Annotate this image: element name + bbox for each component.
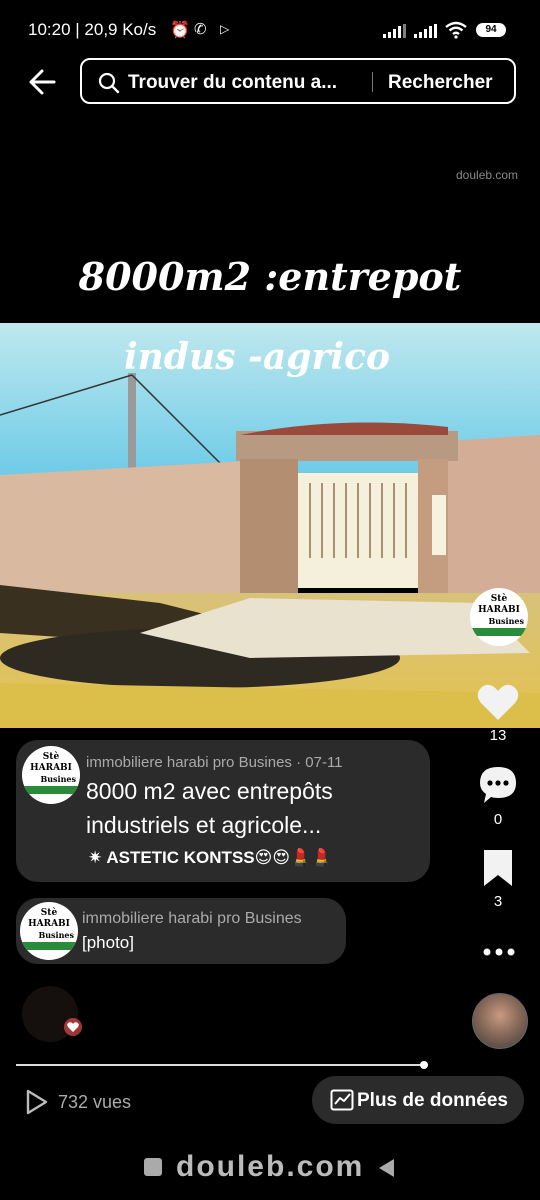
comment-author[interactable]: immobiliere harabi pro Busines [82, 910, 302, 928]
wifi-icon [445, 21, 467, 39]
back-arrow-icon[interactable] [24, 62, 64, 102]
more-data-label: Plus de données [357, 1090, 508, 1111]
post-photo[interactable] [0, 323, 540, 728]
search-divider [372, 72, 373, 92]
photo-illustration [0, 323, 540, 728]
phone-icon: ✆ [194, 21, 207, 38]
play-indicator-icon: ▷ [220, 22, 230, 36]
photo-overlay-text: indus -agrico [124, 336, 391, 378]
author-date[interactable]: immobiliere harabi pro Busines · 07-11 [86, 754, 343, 771]
comment-icon[interactable] [477, 764, 519, 806]
more-data-button[interactable]: Plus de données [312, 1076, 524, 1124]
comment-group[interactable]: 0 [470, 764, 526, 828]
user-avatar[interactable] [472, 993, 528, 1049]
progress-knob[interactable] [419, 1061, 428, 1069]
caption-tagline: ✷ ASTETIC KONTSS😍😍💄💄 [88, 848, 333, 867]
like-count: 13 [489, 727, 507, 744]
more-options-icon[interactable] [482, 946, 516, 958]
comment-text: [photo] [82, 933, 134, 952]
comment-author-avatar[interactable]: Stè HARABI Busines [20, 902, 78, 960]
watermark: douleb.com [456, 168, 519, 182]
heart-icon[interactable] [476, 682, 520, 722]
signal-icon-2 [414, 24, 437, 38]
status-time: 10:20 | 20,9 Ko/s [28, 20, 157, 39]
comment-card[interactable]: Stè HARABI Busines immobiliere harabi pr… [16, 898, 346, 964]
system-nav-bar: douleb.com [0, 1140, 540, 1200]
progress-fill [16, 1064, 424, 1066]
battery-indicator: 94 [476, 23, 506, 37]
bookmark-icon[interactable] [481, 848, 515, 888]
nav-back-icon[interactable] [376, 1157, 396, 1179]
recents-icon[interactable] [144, 1158, 162, 1176]
search-button[interactable]: Rechercher [388, 72, 493, 94]
like-group[interactable]: 13 [470, 682, 526, 744]
comment-count: 0 [493, 811, 503, 828]
search-input[interactable]: Trouver du contenu a... [128, 72, 337, 94]
profile-avatar[interactable]: Stè HARABI Busines [470, 588, 528, 646]
caption-line-1: 8000 m2 avec entrepôts [86, 778, 333, 804]
author-avatar[interactable]: Stè HARABI Busines [22, 746, 80, 804]
post-headline: 8000m2 :entrepot [78, 254, 462, 299]
status-bar: 10:20 | 20,9 Ko/s ⏰ ✆ ▷ 94 [0, 0, 540, 60]
save-group[interactable]: 3 [470, 848, 526, 910]
heart-badge-icon [64, 1018, 82, 1036]
signal-icon [383, 24, 406, 38]
view-count: 732 vues [58, 1092, 132, 1112]
chart-icon [330, 1089, 354, 1111]
brand-watermark: douleb.com [176, 1150, 365, 1183]
views-group: 732 vues [24, 1088, 131, 1116]
caption-line-2: industriels et agricole... [86, 812, 322, 838]
search-icon [98, 72, 120, 94]
search-bar[interactable]: Trouver du contenu a... Rechercher [80, 58, 516, 104]
post-caption-card[interactable]: Stè HARABI Busines immobiliere harabi pr… [16, 740, 430, 882]
alarm-icon: ⏰ [170, 22, 190, 39]
save-count: 3 [493, 893, 503, 910]
play-icon [26, 1089, 48, 1115]
video-progress-bar[interactable] [16, 1061, 428, 1069]
